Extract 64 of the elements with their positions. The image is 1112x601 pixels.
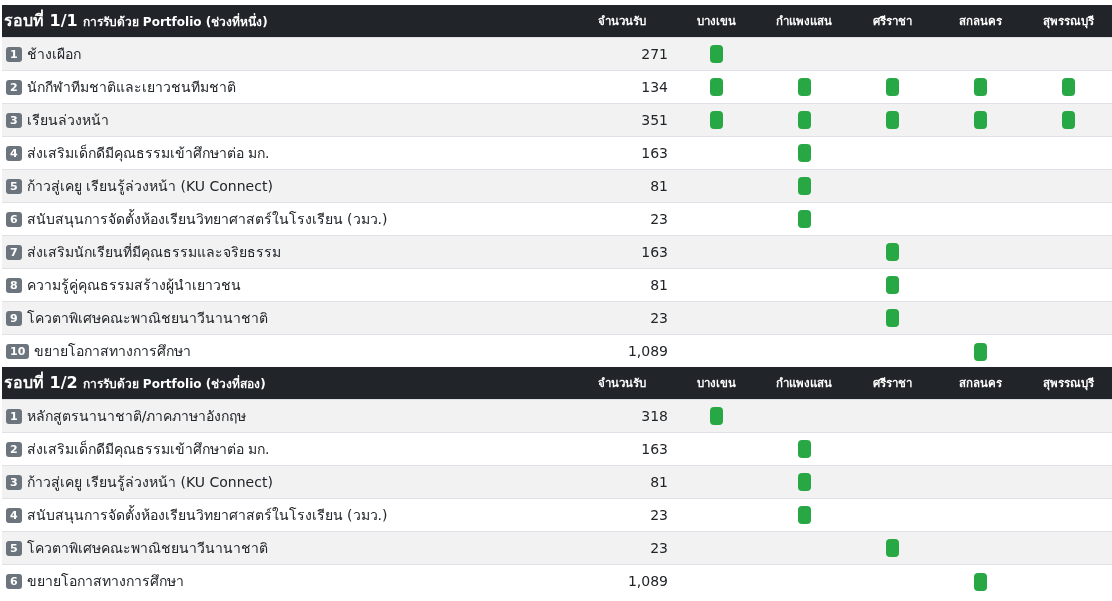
admission-count: 163 <box>641 144 668 161</box>
number-badge: 10 <box>6 343 30 359</box>
program-name: หลักสูตรนานาชาติ/ภาคภาษาอังกฤษ <box>26 407 247 424</box>
number-badge: 2 <box>6 79 22 95</box>
number-badge: 4 <box>6 507 22 523</box>
number-badge: 3 <box>6 474 22 490</box>
admission-count: 1,089 <box>627 572 668 589</box>
program-name: ส่งเสริมเด็กดีมีคุณธรรมเข้าศึกษาต่อ มก. <box>26 440 270 457</box>
program-name: เรียนล่วงหน้า <box>26 111 109 128</box>
round-title: รอบที่ 1/1 <box>4 11 78 31</box>
admission-count: 23 <box>650 539 668 556</box>
admission-count: 23 <box>650 506 668 523</box>
program-name: สนับสนุนการจัดตั้งห้องเรียนวิทยาศาสตร์ในโรงเรียน (วมว.) <box>26 506 388 523</box>
admission-count: 23 <box>650 210 668 227</box>
admission-count: 81 <box>650 177 668 194</box>
admission-count: 81 <box>650 473 668 490</box>
column-header: บางเขน <box>696 13 736 28</box>
number-badge: 7 <box>6 244 22 260</box>
column-header: สุพรรณบุรี <box>1042 13 1094 28</box>
program-name: ส่งเสริมนักเรียนที่มีคุณธรรมและจริยธรรม <box>26 243 281 260</box>
program-name: ขยายโอกาสทางการศึกษา <box>34 342 192 359</box>
admission-count: 81 <box>650 276 668 293</box>
round-subtitle: การรับด้วย Portfolio (ช่วงที่หนึ่ง) <box>82 15 268 30</box>
number-badge: 8 <box>6 277 22 293</box>
round-title: รอบที่ 1/2 <box>4 373 78 393</box>
admission-count: 318 <box>641 407 668 424</box>
number-badge: 3 <box>6 112 22 128</box>
column-header: ศรีราชา <box>872 13 912 28</box>
program-name: สนับสนุนการจัดตั้งห้องเรียนวิทยาศาสตร์ในโรงเรียน (วมว.) <box>26 210 388 227</box>
column-header: สุพรรณบุรี <box>1042 375 1094 390</box>
program-name: นักกีฬาทีมชาติและเยาวชนทีมชาติ <box>26 78 236 95</box>
column-header: ศรีราชา <box>872 375 912 390</box>
admission-count: 351 <box>641 111 668 128</box>
number-badge: 5 <box>6 540 22 556</box>
number-badge: 1 <box>6 46 22 62</box>
number-badge: 6 <box>6 211 22 227</box>
program-name: ก้าวสู่เคยู เรียนรู้ล่วงหน้า (KU Connect) <box>26 473 273 490</box>
round-subtitle: การรับด้วย Portfolio (ช่วงที่สอง) <box>82 377 266 392</box>
admission-count: 163 <box>641 243 668 260</box>
program-name: ส่งเสริมเด็กดีมีคุณธรรมเข้าศึกษาต่อ มก. <box>26 144 270 161</box>
program-name: ก้าวสู่เคยู เรียนรู้ล่วงหน้า (KU Connect) <box>26 177 273 194</box>
number-badge: 9 <box>6 310 22 326</box>
admission-count: 271 <box>641 45 668 62</box>
program-name: ขยายโอกาสทางการศึกษา <box>26 572 184 589</box>
column-header: กำแพงแสน <box>776 375 832 390</box>
admission-count: 1,089 <box>627 342 668 359</box>
column-header: สกลนคร <box>958 375 1002 390</box>
number-badge: 1 <box>6 408 22 424</box>
number-badge: 4 <box>6 145 22 161</box>
column-header: กำแพงแสน <box>776 13 832 28</box>
program-name: โควตาพิเศษคณะพาณิชยนาวีนานาชาติ <box>26 309 268 326</box>
number-badge: 2 <box>6 441 22 457</box>
admission-count: 163 <box>641 440 668 457</box>
column-header: สกลนคร <box>958 13 1002 28</box>
program-name: ความรู้คู่คุณธรรมสร้างผู้นำเยาวชน <box>26 276 241 293</box>
number-badge: 5 <box>6 178 22 194</box>
program-name: โควตาพิเศษคณะพาณิชยนาวีนานาชาติ <box>26 539 268 556</box>
column-header: จำนวนรับ <box>598 13 646 28</box>
program-name: ช้างเผือก <box>26 45 81 62</box>
column-header: จำนวนรับ <box>598 375 646 390</box>
column-header: บางเขน <box>696 375 736 390</box>
admission-count: 134 <box>641 78 668 95</box>
number-badge: 6 <box>6 573 22 589</box>
admission-count: 23 <box>650 309 668 326</box>
